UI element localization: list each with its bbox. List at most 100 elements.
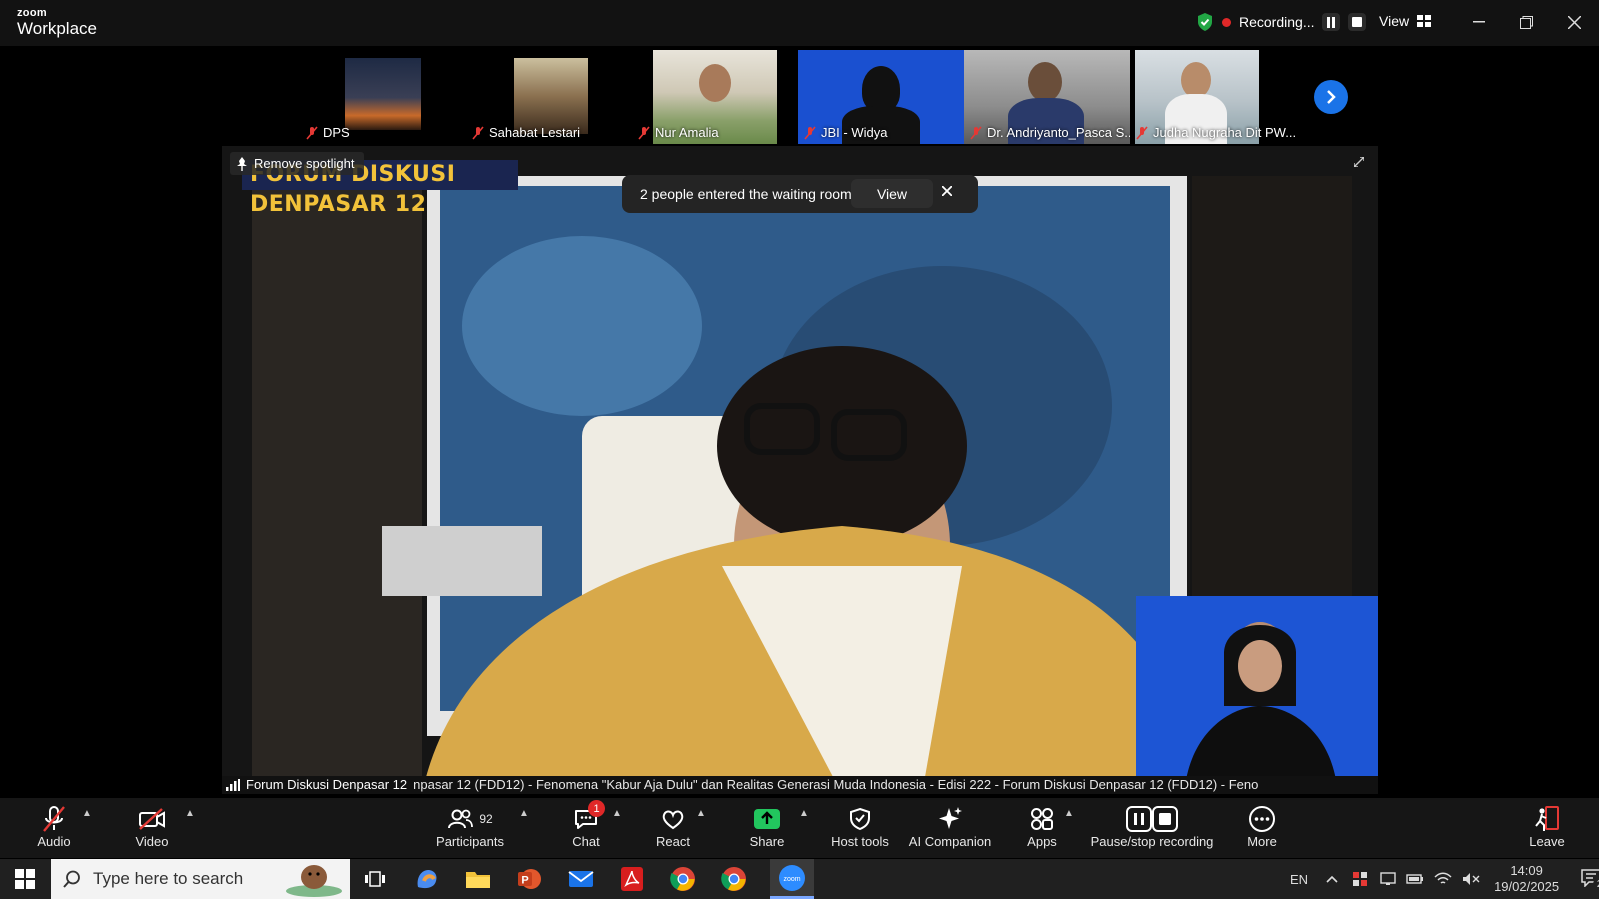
- chrome-icon[interactable]: [668, 864, 698, 894]
- pin-icon: [237, 156, 247, 171]
- participant-tile-jbi-widya[interactable]: JBI - Widya: [798, 50, 964, 144]
- participants-options-caret[interactable]: ▲: [519, 808, 529, 819]
- restore-button[interactable]: [1512, 10, 1540, 34]
- search-highlight-image: [286, 865, 342, 897]
- chrome-logo: [670, 867, 695, 891]
- battery-icon[interactable]: [1406, 874, 1424, 884]
- pause-stop-label: Pause/stop recording: [1090, 834, 1214, 849]
- expand-icon[interactable]: [1353, 156, 1365, 170]
- mail-icon: [568, 871, 594, 887]
- chrome-logo-2: [721, 867, 746, 891]
- video-button[interactable]: Video: [134, 804, 170, 849]
- sparkle-icon: [939, 807, 962, 829]
- powerpoint-icon[interactable]: P: [514, 864, 544, 894]
- minimize-button[interactable]: [1465, 10, 1493, 34]
- wifi-icon[interactable]: [1434, 872, 1452, 886]
- participant-tile-dr-andriyanto[interactable]: Dr. Andriyanto_Pasca S...: [964, 50, 1130, 144]
- more-button[interactable]: More: [1244, 804, 1280, 849]
- pause-icon: [1327, 16, 1336, 28]
- participant-tile-sahabat-lestari[interactable]: Sahabat Lestari: [466, 50, 632, 144]
- apps-options-caret[interactable]: ▲: [1064, 808, 1074, 819]
- task-view-button[interactable]: [360, 864, 390, 894]
- taskbar-search[interactable]: Type here to search: [51, 859, 350, 899]
- language-indicator[interactable]: EN: [1290, 872, 1308, 887]
- remove-spotlight-button[interactable]: Remove spotlight: [230, 152, 365, 175]
- share-label: Share: [749, 834, 785, 849]
- apps-button[interactable]: Apps: [1024, 804, 1060, 849]
- more-icon: [1249, 806, 1275, 832]
- more-icon-wrap: [1248, 804, 1276, 834]
- tile-name: JBI - Widya: [804, 125, 887, 140]
- video-options-caret[interactable]: ▲: [185, 808, 195, 819]
- waiting-room-view-button[interactable]: View: [851, 179, 933, 208]
- brand-small: zoom: [17, 7, 47, 19]
- react-icon-wrap: [660, 804, 686, 834]
- title-bar: zoom Workplace Recording... View: [0, 0, 1599, 46]
- brand-big: Workplace: [17, 19, 97, 38]
- windows-taskbar: Type here to search P zoom EN 14:09 19/0: [0, 859, 1599, 899]
- signal-bars-icon: [226, 779, 240, 791]
- host-tools-button[interactable]: Host tools: [830, 804, 890, 849]
- grid-view-icon: [1417, 15, 1432, 27]
- host-tools-label: Host tools: [831, 834, 889, 849]
- participant-tile-nur-amalia[interactable]: Nur Amalia: [632, 50, 798, 144]
- zoom-taskbar-icon[interactable]: zoom: [770, 859, 814, 899]
- interpreter-figure: [1136, 596, 1378, 780]
- acrobat-icon[interactable]: [617, 864, 647, 894]
- view-menu-button[interactable]: View: [1379, 13, 1432, 29]
- leave-icon-wrap: [1533, 804, 1561, 834]
- tile-name-text: JBI - Widya: [821, 125, 888, 140]
- file-explorer-icon[interactable]: [463, 864, 493, 894]
- react-button[interactable]: React: [655, 804, 691, 849]
- volume-muted-icon[interactable]: [1462, 872, 1480, 886]
- share-button[interactable]: Share: [749, 804, 785, 849]
- mail-app-icon[interactable]: [566, 864, 596, 894]
- main-video-panel: Remove spotlight FORUM DISKUSI DENPASAR …: [222, 146, 1378, 794]
- ticker-text: npasar 12 (FDD12) - Fenomena "Kabur Aja …: [413, 777, 1259, 792]
- participant-tile-dps[interactable]: DPS: [300, 50, 466, 144]
- speaker-info-bar: Forum Diskusi Denpasar 12 npasar 12 (FDD…: [222, 776, 1378, 794]
- next-page-button[interactable]: [1314, 80, 1348, 114]
- copilot-icon: [417, 870, 437, 889]
- search-placeholder: Type here to search: [93, 869, 244, 888]
- chrome-profile-2-icon[interactable]: [719, 864, 749, 894]
- share-options-caret[interactable]: ▲: [799, 808, 809, 819]
- heart-icon: [662, 810, 684, 830]
- sign-language-interpreter-video: [1136, 596, 1378, 780]
- audio-options-caret[interactable]: ▲: [82, 808, 92, 819]
- audio-button[interactable]: Audio: [36, 804, 72, 849]
- participants-button[interactable]: 92 Participants: [434, 804, 506, 849]
- chat-options-caret[interactable]: ▲: [612, 808, 622, 819]
- pause-stop-icon-wrap: [1126, 804, 1178, 834]
- tile-name-text: Sahabat Lestari: [489, 125, 581, 140]
- screen-icon[interactable]: [1380, 872, 1396, 886]
- mic-muted-icon: [638, 125, 650, 140]
- pause-recording-button[interactable]: [1322, 13, 1341, 31]
- clock-date: 19/02/2025: [1494, 879, 1560, 894]
- copilot-app-icon[interactable]: [412, 864, 442, 894]
- ai-companion-button[interactable]: AI Companion: [908, 804, 992, 849]
- start-button[interactable]: [10, 864, 40, 894]
- participant-tile-judha-nugraha[interactable]: Judha Nugraha Dit PW...: [1130, 50, 1296, 144]
- chevron-up-icon[interactable]: [1326, 875, 1338, 883]
- participants-label: Participants: [436, 834, 504, 849]
- notifications-button[interactable]: 2: [1581, 868, 1599, 891]
- tile-name: DPS: [306, 125, 350, 140]
- stop-recording-button[interactable]: [1348, 13, 1367, 31]
- notification-text: 2 people entered the waiting room: [640, 186, 852, 202]
- recording-dot-icon: [1222, 17, 1231, 27]
- recording-status: Recording...: [1196, 12, 1367, 32]
- svg-text:zoom: zoom: [783, 876, 800, 883]
- react-options-caret[interactable]: ▲: [696, 808, 706, 819]
- tile-name: Nur Amalia: [638, 125, 719, 140]
- close-notification-button[interactable]: [941, 183, 953, 201]
- pause-stop-recording-button[interactable]: Pause/stop recording: [1090, 804, 1214, 849]
- spotlight-label: Remove spotlight: [254, 156, 355, 171]
- close-window-button[interactable]: [1560, 10, 1588, 34]
- tile-name-text: Dr. Andriyanto_Pasca S...: [987, 125, 1130, 140]
- zoom-logo: zoom Workplace: [17, 7, 97, 38]
- svg-text:P: P: [521, 875, 528, 887]
- clock[interactable]: 14:09 19/02/2025: [1494, 863, 1559, 895]
- app-tray-icon[interactable]: [1352, 871, 1368, 887]
- leave-button[interactable]: Leave: [1527, 804, 1567, 849]
